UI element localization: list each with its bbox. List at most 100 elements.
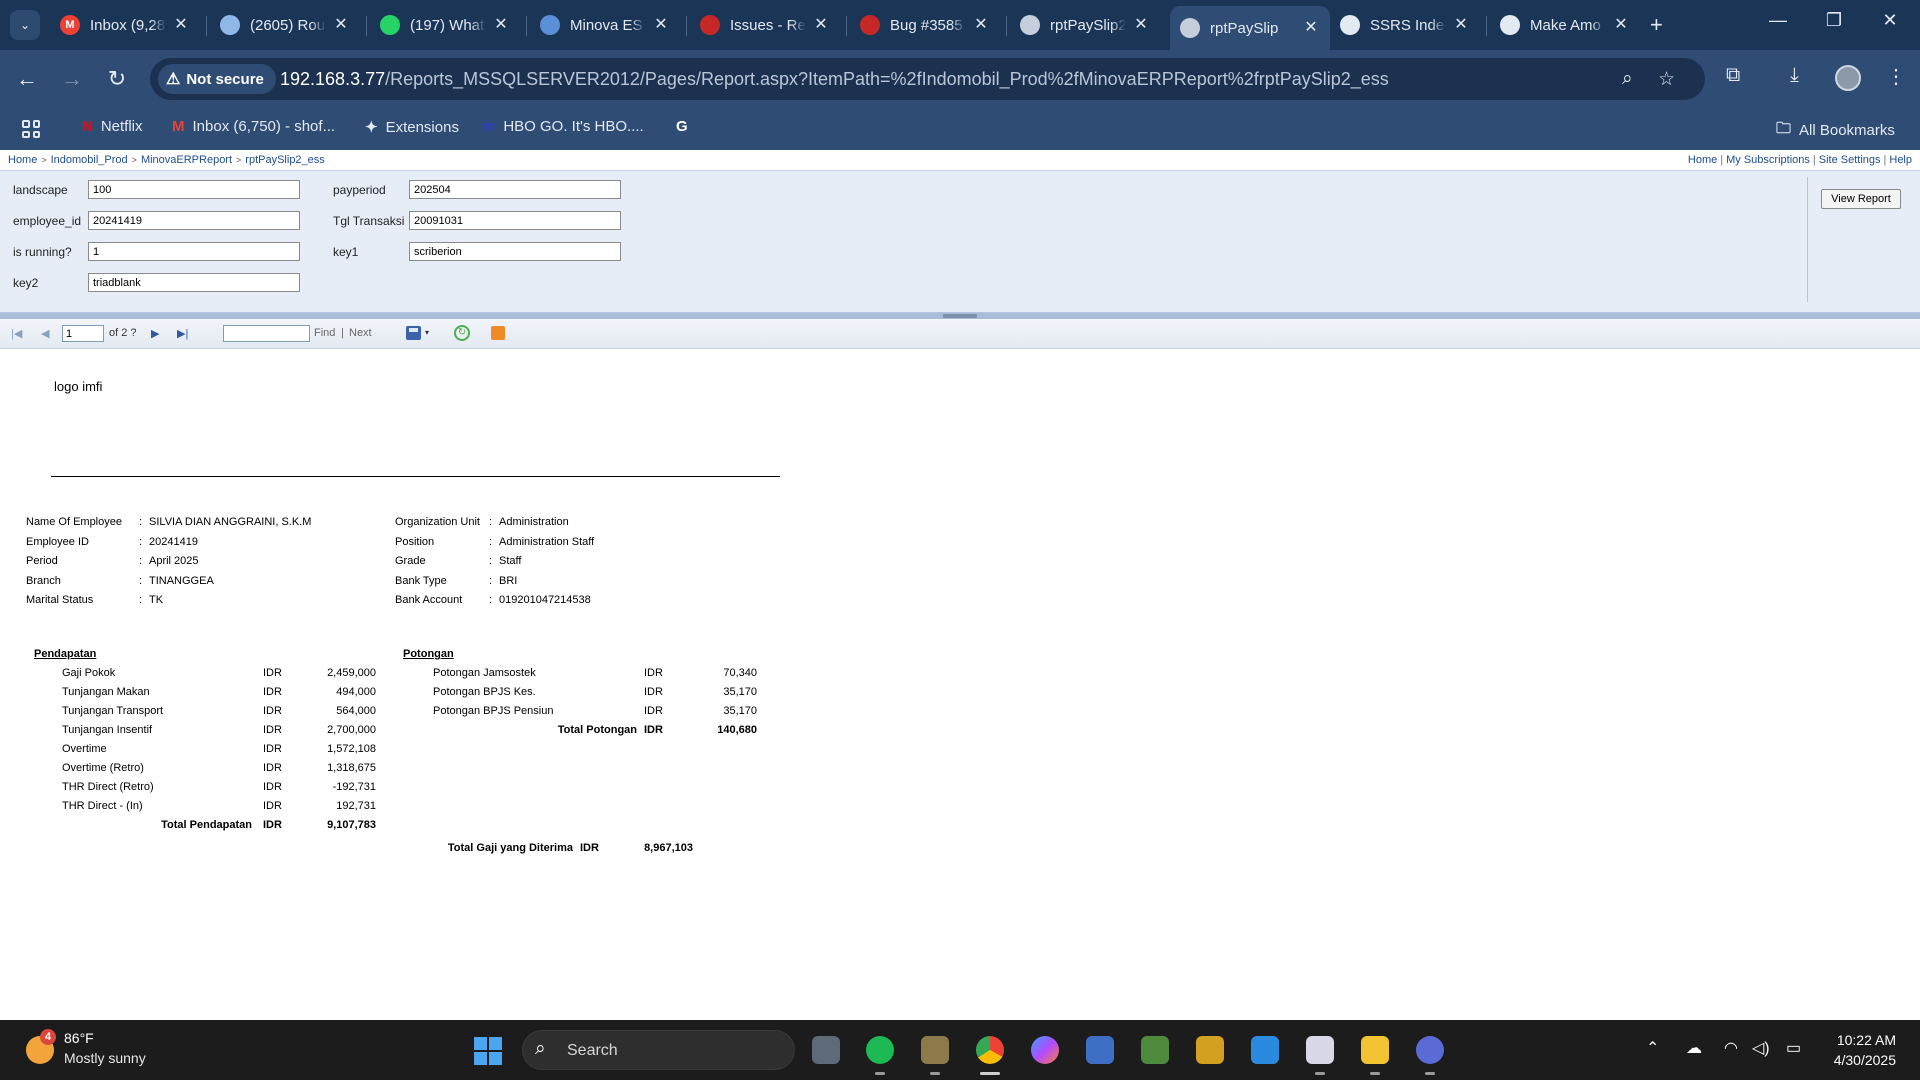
data-feed-icon[interactable] xyxy=(491,326,505,340)
browser-tab[interactable]: SSRS Inde ✕ xyxy=(1330,8,1480,42)
tab-close-icon[interactable]: ✕ xyxy=(812,16,830,34)
breadcrumb-link[interactable]: Indomobil_Prod xyxy=(51,154,128,166)
extensions-puzzle-icon[interactable]: ⧉ xyxy=(1726,64,1740,87)
last-page-icon[interactable]: ▶| xyxy=(177,327,188,340)
file-explorer-icon[interactable] xyxy=(1361,1036,1389,1064)
puzzle-icon: ✦ xyxy=(365,119,378,136)
volume-icon[interactable]: ◁) xyxy=(1752,1038,1770,1058)
param-input-payperiod[interactable] xyxy=(409,180,621,199)
browser-tab[interactable]: M Inbox (9,28 ✕ xyxy=(50,8,200,42)
find-link[interactable]: Find xyxy=(314,327,335,339)
vscode-icon[interactable] xyxy=(1251,1036,1279,1064)
breadcrumb-link[interactable]: MinovaERPReport xyxy=(141,154,232,166)
weather-temp[interactable]: 86°F xyxy=(64,1030,94,1046)
new-tab-plus-icon[interactable]: + xyxy=(1650,12,1663,38)
bookmark-item[interactable]: N Netflix xyxy=(82,118,143,135)
reload-icon[interactable]: ↻ xyxy=(102,64,132,94)
first-page-icon[interactable]: |◀ xyxy=(11,327,22,340)
browser-tab[interactable]: rptPaySlip ✕ xyxy=(1170,6,1330,50)
photo-editor-icon[interactable] xyxy=(1141,1036,1169,1064)
copilot-icon[interactable] xyxy=(1031,1036,1059,1064)
top-link[interactable]: My Subscriptions xyxy=(1726,154,1810,166)
task-view-icon[interactable] xyxy=(812,1036,840,1064)
taskbar-search[interactable]: ⌕ Search xyxy=(522,1030,795,1070)
tab-close-icon[interactable]: ✕ xyxy=(1612,16,1630,34)
bookmark-item[interactable]: G xyxy=(676,118,696,135)
address-bar[interactable]: ⚠ Not secure 192.168.3.77/Reports_MSSQLS… xyxy=(150,58,1705,100)
spotify-running-indicator xyxy=(875,1072,885,1075)
tab-close-icon[interactable]: ✕ xyxy=(1132,16,1150,34)
zoom-search-icon[interactable]: ⌕ xyxy=(1622,68,1633,90)
browser-tab[interactable]: Minova ES ✕ xyxy=(530,8,680,42)
weather-condition[interactable]: Mostly sunny xyxy=(64,1050,146,1066)
tab-close-icon[interactable]: ✕ xyxy=(972,16,990,34)
paint-app-icon[interactable] xyxy=(1196,1036,1224,1064)
windows-start-icon[interactable] xyxy=(474,1037,502,1065)
remote-desktop-icon[interactable] xyxy=(1086,1036,1114,1064)
tab-close-icon[interactable]: ✕ xyxy=(492,16,510,34)
browser-tab[interactable]: (197) What ✕ xyxy=(370,8,520,42)
browser-tab[interactable]: rptPaySlip2 ✕ xyxy=(1010,8,1160,42)
browser-tab[interactable]: (2605) Rou ✕ xyxy=(210,8,360,42)
earning-amount: -192,731 xyxy=(332,781,376,793)
param-input-is-running[interactable] xyxy=(88,242,300,261)
browser-tab[interactable]: Make Amo ✕ xyxy=(1490,8,1640,42)
param-input-key2[interactable] xyxy=(88,273,300,292)
bookmark-item[interactable]: M Inbox (6,750) - shof... xyxy=(172,118,335,135)
tools-app-icon[interactable] xyxy=(921,1036,949,1064)
find-text-input[interactable] xyxy=(223,325,310,342)
breadcrumb-link[interactable]: Home xyxy=(8,154,37,166)
top-link[interactable]: Help xyxy=(1889,154,1912,166)
browser-tab[interactable]: Bug #3585 ✕ xyxy=(850,8,1000,42)
top-link[interactable]: Home xyxy=(1688,154,1717,166)
system-clock[interactable]: 10:22 AM 4/30/2025 xyxy=(1834,1030,1896,1070)
wifi-icon[interactable]: ◠ xyxy=(1724,1038,1738,1058)
param-input-employee-id[interactable] xyxy=(88,211,300,230)
apps-grid-icon[interactable] xyxy=(22,120,40,138)
view-report-button[interactable]: View Report xyxy=(1821,189,1901,209)
close-window-icon[interactable]: ✕ xyxy=(1870,10,1910,31)
download-icon[interactable]: ⤓ xyxy=(1790,64,1799,87)
tab-close-icon[interactable]: ✕ xyxy=(332,16,350,34)
refresh-icon[interactable]: ↻ xyxy=(454,325,470,341)
security-chip[interactable]: ⚠ Not secure xyxy=(158,64,276,94)
onedrive-icon[interactable]: ☁ xyxy=(1686,1038,1702,1058)
profile-avatar[interactable] xyxy=(1835,65,1861,91)
report-toolbar: |◀ ◀ of 2 ? ▶ ▶| Find | Next ▾ ↻ xyxy=(0,319,1920,349)
param-input-key1[interactable] xyxy=(409,242,621,261)
param-input-tgl-transaksi[interactable] xyxy=(409,211,621,230)
deduction-name: Potongan BPJS Pensiun xyxy=(433,705,554,717)
export-dropdown-icon[interactable]: ▾ xyxy=(425,328,429,337)
menu-kebab-icon[interactable]: ⋮ xyxy=(1886,64,1906,89)
restore-icon[interactable]: ❐ xyxy=(1814,10,1854,31)
param-input-landscape[interactable] xyxy=(88,180,300,199)
splitter-grip-icon[interactable] xyxy=(943,314,977,318)
url-text[interactable]: 192.168.3.77/Reports_MSSQLSERVER2012/Pag… xyxy=(280,69,1389,90)
back-arrow-icon[interactable]: ← xyxy=(12,64,42,94)
snipping-tool-icon[interactable] xyxy=(1306,1036,1334,1064)
next-page-icon[interactable]: ▶ xyxy=(151,327,159,340)
forward-arrow-icon[interactable]: → xyxy=(57,64,87,94)
breadcrumb-link[interactable]: rptPaySlip2_ess xyxy=(245,154,325,166)
page-number-input[interactable] xyxy=(62,325,104,342)
tab-search-chevron-icon[interactable]: ⌄ xyxy=(10,10,40,40)
tray-chevron-up-icon[interactable]: ⌃ xyxy=(1646,1038,1659,1058)
bookmark-item[interactable]: ✦ Extensions xyxy=(365,118,459,137)
export-save-icon[interactable] xyxy=(406,326,421,340)
chrome-icon[interactable] xyxy=(976,1036,1004,1064)
previous-page-icon[interactable]: ◀ xyxy=(41,327,49,340)
browser-tab[interactable]: Issues - Re ✕ xyxy=(690,8,840,42)
spotify-icon[interactable] xyxy=(866,1036,894,1064)
tab-close-icon[interactable]: ✕ xyxy=(652,16,670,34)
all-bookmarks[interactable]: 🗀 All Bookmarks xyxy=(1776,118,1895,143)
bookmark-item[interactable]: m HBO GO. It's HBO.... xyxy=(482,118,644,135)
tab-close-icon[interactable]: ✕ xyxy=(172,16,190,34)
tab-close-icon[interactable]: ✕ xyxy=(1302,19,1320,37)
next-link[interactable]: Next xyxy=(349,327,372,339)
top-link[interactable]: Site Settings xyxy=(1819,154,1881,166)
bookmark-star-icon[interactable]: ☆ xyxy=(1658,68,1675,91)
infinity-app-icon[interactable] xyxy=(1416,1036,1444,1064)
battery-icon[interactable]: ▭ xyxy=(1786,1038,1801,1058)
minimize-icon[interactable]: — xyxy=(1758,10,1798,31)
tab-close-icon[interactable]: ✕ xyxy=(1452,16,1470,34)
